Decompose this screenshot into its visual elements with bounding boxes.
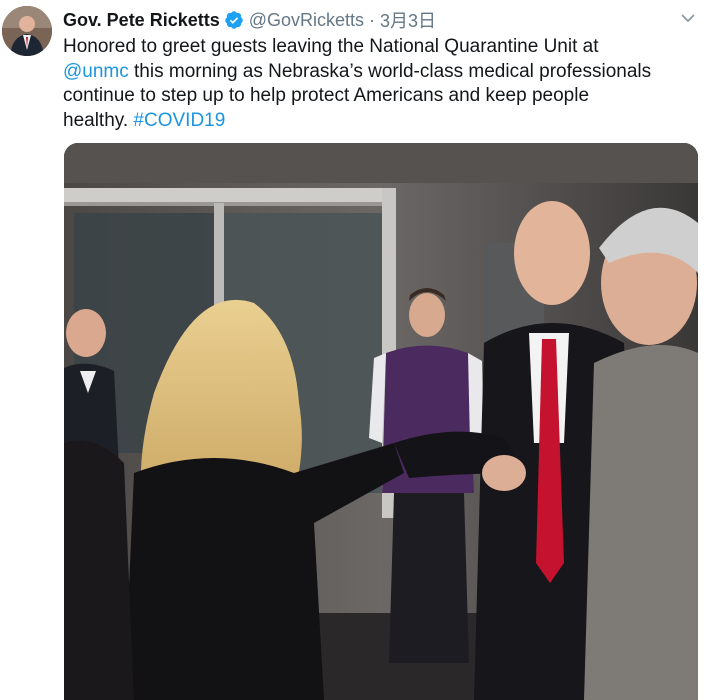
verified-badge-icon bbox=[224, 11, 243, 29]
tweet-media[interactable] bbox=[64, 143, 698, 700]
profile-photo bbox=[2, 6, 52, 56]
tweet-header: Gov. Pete Ricketts @GovRicketts · 3月3日 bbox=[63, 7, 436, 33]
handle[interactable]: @GovRicketts bbox=[249, 10, 364, 31]
video-thumbnail bbox=[64, 143, 698, 700]
timestamp[interactable]: 3月3日 bbox=[380, 7, 436, 33]
hashtag-link[interactable]: #COVID19 bbox=[133, 110, 225, 131]
display-name[interactable]: Gov. Pete Ricketts bbox=[63, 10, 220, 31]
chevron-down-icon[interactable] bbox=[680, 10, 696, 26]
mention-link[interactable]: @unmc bbox=[63, 61, 129, 82]
tweet-text-line-2: this morning as Nebraska’s world-class m… bbox=[128, 60, 652, 82]
tweet-text: Honored to greet guests leaving the Nati… bbox=[63, 35, 703, 133]
tweet-text-line-1: Honored to greet guests leaving the Nati… bbox=[63, 36, 599, 57]
tweet-text-line-4: healthy. bbox=[63, 109, 134, 131]
tweet-card[interactable]: Gov. Pete Ricketts @GovRicketts · 3月3日 H… bbox=[0, 0, 716, 700]
avatar[interactable] bbox=[2, 6, 52, 56]
tweet-text-line-3: continue to step up to help protect Amer… bbox=[63, 85, 590, 106]
separator: · bbox=[369, 9, 376, 30]
